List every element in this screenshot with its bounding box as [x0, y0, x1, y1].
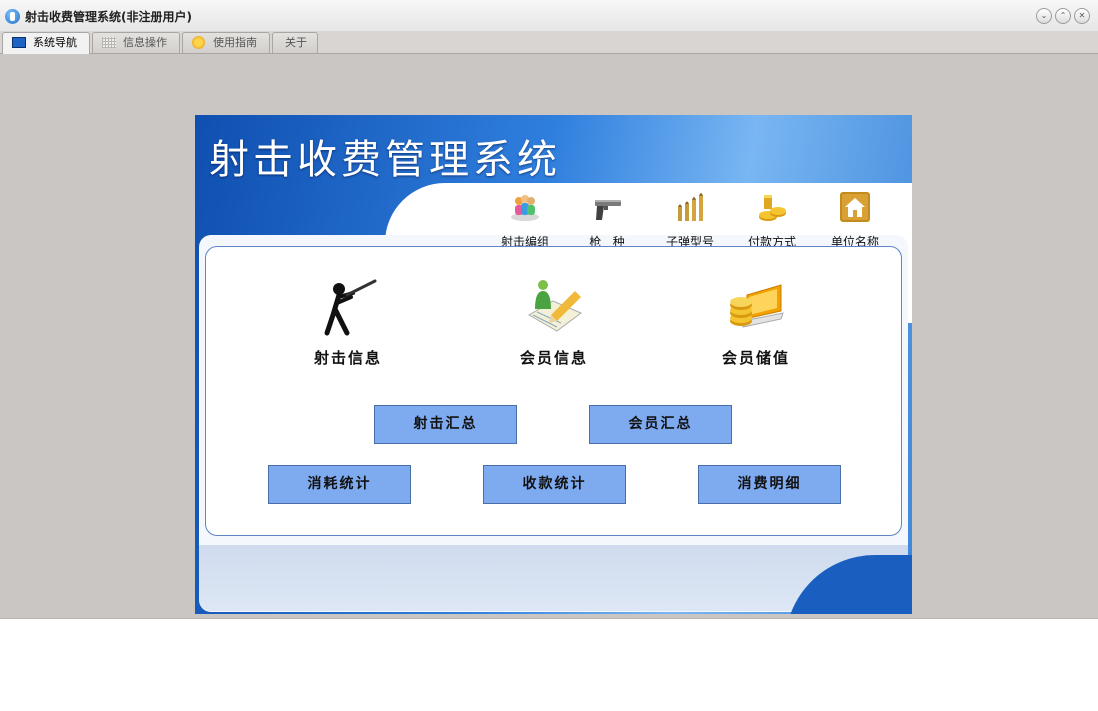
- maximize-icon[interactable]: ⌃: [1055, 8, 1071, 24]
- payment-stats-button[interactable]: 收款统计: [483, 465, 626, 504]
- group-icon: [511, 195, 539, 221]
- member-deposit-link[interactable]: 会员储值: [696, 275, 816, 368]
- toolbar-bullet-model[interactable]: 子弹型号: [655, 191, 725, 250]
- minimize-icon[interactable]: ⌄: [1036, 8, 1052, 24]
- shooting-info-link[interactable]: 射击信息: [288, 275, 408, 368]
- member-info-link[interactable]: 会员信息: [494, 275, 614, 368]
- toolbar-gun-type[interactable]: 枪 种: [572, 191, 642, 250]
- tab-label: 信息操作: [123, 36, 167, 49]
- feature-label: 会员信息: [519, 349, 588, 367]
- member-edit-icon: [528, 280, 582, 332]
- tab-label: 关于: [285, 36, 307, 49]
- feature-label: 会员储值: [721, 349, 790, 367]
- panel-title: 射击收费管理系统: [209, 137, 561, 183]
- bullet-icon: [678, 193, 703, 221]
- gun-icon: [595, 200, 621, 220]
- app-window: 射击收费管理系统(非注册用户) ⌄ ⌃ ✕ 系统导航 信息操作 使用指南 关于 …: [0, 0, 1098, 619]
- tab-user-guide[interactable]: 使用指南: [182, 32, 270, 53]
- coins-icon: [759, 195, 786, 221]
- app-logo-icon: [5, 9, 20, 24]
- toolbar-shooting-group[interactable]: 射击编组: [490, 191, 560, 250]
- guide-icon: [192, 36, 205, 49]
- consumption-stats-button[interactable]: 消耗统计: [268, 465, 411, 504]
- toolbar-payment-method[interactable]: 付款方式: [737, 191, 807, 250]
- tab-info-ops[interactable]: 信息操作: [92, 32, 180, 53]
- tab-label: 系统导航: [33, 36, 77, 49]
- shooter-icon: [324, 279, 377, 336]
- expense-details-button[interactable]: 消费明细: [698, 465, 841, 504]
- monitor-icon: [12, 37, 26, 48]
- close-icon[interactable]: ✕: [1074, 8, 1090, 24]
- title-bar: 射击收费管理系统(非注册用户) ⌄ ⌃ ✕: [0, 0, 1098, 32]
- toolbar-unit-name[interactable]: 单位名称: [820, 191, 890, 250]
- member-summary-button[interactable]: 会员汇总: [589, 405, 732, 444]
- home-icon: [840, 192, 870, 222]
- tab-about[interactable]: 关于: [272, 32, 318, 53]
- deposit-icon: [730, 284, 784, 328]
- tab-bar: 系统导航 信息操作 使用指南 关于: [0, 31, 1098, 54]
- tab-system-nav[interactable]: 系统导航: [2, 32, 90, 54]
- feature-label: 射击信息: [313, 349, 382, 367]
- tab-label: 使用指南: [213, 36, 257, 49]
- shooting-summary-button[interactable]: 射击汇总: [374, 405, 517, 444]
- grid-icon: [102, 37, 116, 48]
- window-title: 射击收费管理系统(非注册用户): [25, 10, 192, 24]
- main-panel: 射击收费管理系统 射击编组 枪 种 子弹型号 付款方式 单位名称 射击信息 会员…: [195, 115, 912, 614]
